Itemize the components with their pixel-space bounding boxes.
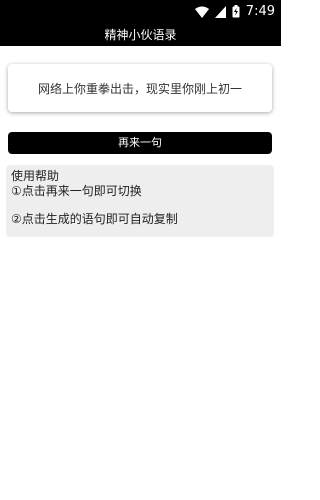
status-time: 7:49 bbox=[245, 4, 275, 19]
help-item-copy: ②点击生成的语句即可自动复制 bbox=[11, 212, 178, 226]
app-bar: 精神小伙语录 bbox=[0, 24, 281, 46]
status-icons: 7:49 bbox=[194, 3, 275, 22]
next-quote-button[interactable]: 再来一句 bbox=[8, 132, 272, 154]
wifi-icon bbox=[194, 3, 209, 22]
quote-text[interactable]: 网络上你重拳出击，现实里你刚上初一 bbox=[38, 80, 242, 97]
quote-card[interactable]: 网络上你重拳出击，现实里你刚上初一 bbox=[8, 64, 272, 112]
status-bar: 7:49 bbox=[0, 0, 281, 24]
help-item-switch: ①点击再来一句即可切换 bbox=[11, 184, 142, 198]
battery-icon bbox=[232, 3, 240, 22]
signal-icon bbox=[214, 3, 226, 22]
help-panel: 使用帮助 ①点击再来一句即可切换 ②点击生成的语句即可自动复制 bbox=[6, 165, 274, 237]
app-title: 精神小伙语录 bbox=[104, 28, 177, 42]
